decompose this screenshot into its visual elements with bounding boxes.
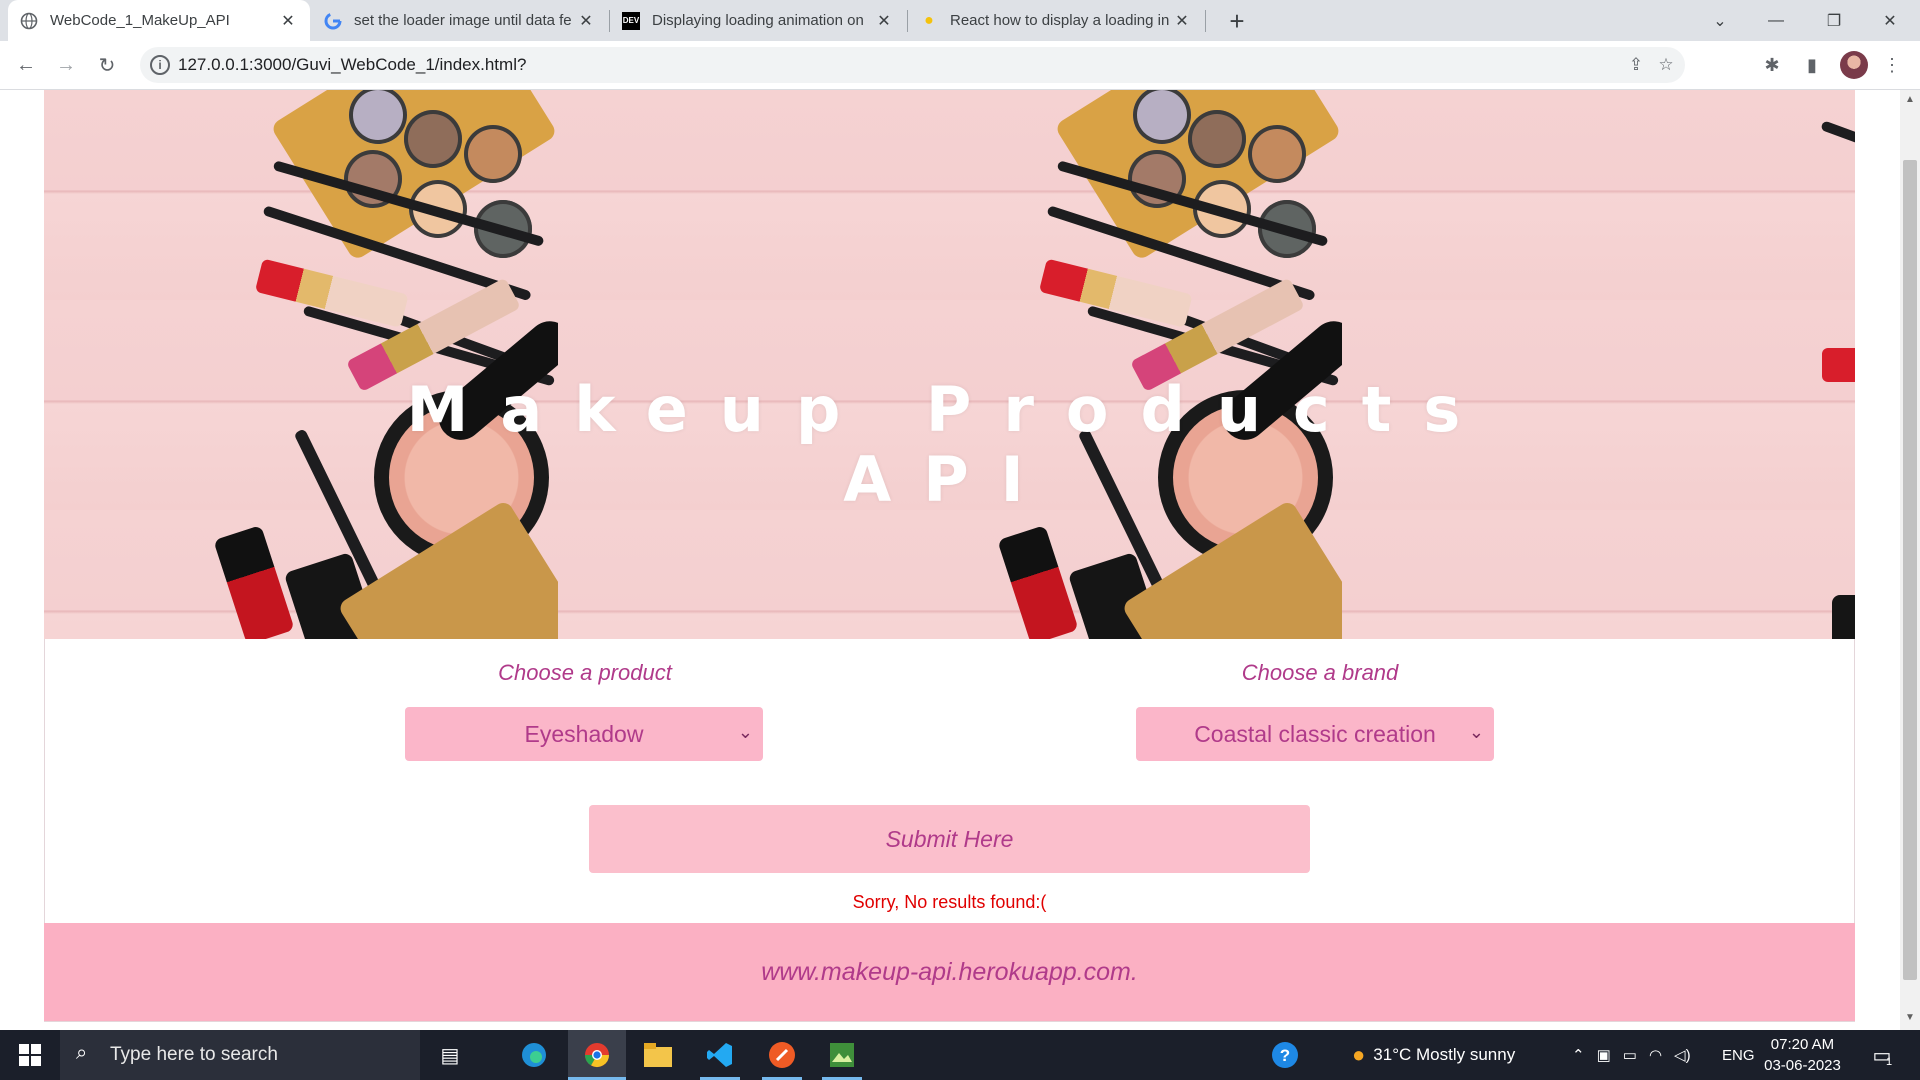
brand-select-value: Coastal classic creation <box>1194 720 1436 747</box>
footer: www.makeup-api.herokuapp.com. <box>44 923 1855 1021</box>
side-panel-icon[interactable]: ▮ <box>1800 53 1824 77</box>
vscode-icon[interactable] <box>694 1030 746 1080</box>
search-placeholder: Type here to search <box>110 1044 278 1065</box>
notifications-icon[interactable]: ▭ 1 <box>1862 1030 1902 1080</box>
tab-title: set the loader image until data fe <box>354 12 572 29</box>
file-explorer-icon[interactable] <box>632 1030 684 1080</box>
page-scrollbar[interactable]: ▲ ▼ <box>1900 90 1920 1030</box>
chevron-up-icon[interactable]: ⌃ <box>1572 1046 1585 1064</box>
clock-time: 07:20 AM <box>1770 1036 1835 1053</box>
close-tab-icon[interactable]: ✕ <box>278 11 298 31</box>
close-tab-icon[interactable]: ✕ <box>576 11 596 31</box>
brand-label: Choose a brand <box>1241 660 1399 685</box>
close-tab-icon[interactable]: ✕ <box>1172 11 1192 31</box>
close-window-icon[interactable]: ✕ <box>1862 0 1918 41</box>
browser-tab-strip: WebCode_1_MakeUp_API ✕ set the loader im… <box>0 0 1920 41</box>
chevron-down-icon: ⌄ <box>1468 722 1484 742</box>
volume-icon[interactable]: ◁) <box>1674 1046 1691 1064</box>
image-app-icon[interactable] <box>816 1030 868 1080</box>
tab-search-chevron-icon[interactable]: ⌄ <box>1692 0 1748 41</box>
battery-icon[interactable]: ▭ <box>1623 1046 1637 1064</box>
profile-avatar[interactable] <box>1840 51 1868 79</box>
menu-kebab-icon[interactable]: ⋮ <box>1880 53 1904 77</box>
tab-dev-loading-animation[interactable]: DEV Displaying loading animation on ✕ <box>610 0 906 41</box>
share-icon[interactable]: ⇪ <box>1625 54 1647 76</box>
page-viewport: Makeup Products API Choose a product Eye… <box>0 90 1900 1030</box>
product-label: Choose a product <box>498 660 672 685</box>
browser-toolbar: ← → ↻ i 127.0.0.1:3000/Guvi_WebCode_1/in… <box>0 41 1920 90</box>
reload-icon[interactable]: ↻ <box>91 49 123 81</box>
hero-title: Makeup Products API <box>44 375 1855 515</box>
clock[interactable]: 07:20 AM 03-06-2023 <box>1755 1034 1850 1076</box>
globe-icon <box>20 12 38 30</box>
wifi-icon[interactable]: ◠ <box>1649 1046 1662 1064</box>
bulb-icon: ● <box>924 11 934 29</box>
forward-arrow-icon[interactable]: → <box>50 49 82 81</box>
tab-title: Displaying loading animation on <box>652 12 864 29</box>
site-info-icon[interactable]: i <box>150 55 170 75</box>
windows-taskbar: ⌕ Type here to search ▤ ? ● 31°C Mostly … <box>0 1030 1920 1080</box>
makeup-flatlay-image <box>44 90 558 639</box>
new-tab-button[interactable]: + <box>1222 6 1252 36</box>
hero-title-line2: API <box>843 443 1056 516</box>
chrome-icon[interactable] <box>568 1030 626 1080</box>
google-icon <box>324 12 342 30</box>
dev-icon: DEV <box>622 11 640 30</box>
meet-now-icon[interactable]: ▣ <box>1597 1046 1611 1064</box>
tab-title: WebCode_1_MakeUp_API <box>50 12 230 29</box>
footer-link[interactable]: www.makeup-api.herokuapp.com. <box>761 958 1138 987</box>
weather-text: 31°C Mostly sunny <box>1373 1045 1516 1064</box>
help-icon[interactable]: ? <box>1268 1030 1302 1080</box>
submit-button[interactable]: Submit Here <box>589 805 1310 873</box>
tab-loader-search[interactable]: set the loader image until data fe ✕ <box>312 0 608 41</box>
notification-count: 1 <box>1886 1056 1893 1068</box>
tab-title: React how to display a loading in <box>950 12 1170 29</box>
back-arrow-icon[interactable]: ← <box>10 49 42 81</box>
scrollbar-thumb[interactable] <box>1903 160 1917 980</box>
minimize-icon[interactable]: — <box>1748 0 1804 41</box>
close-tab-icon[interactable]: ✕ <box>874 11 894 31</box>
chevron-down-icon: ⌄ <box>737 722 753 742</box>
scroll-down-icon[interactable]: ▼ <box>1904 1012 1916 1023</box>
restore-icon[interactable]: ❐ <box>1806 0 1862 41</box>
weather-sun-icon: ● <box>1352 1042 1366 1067</box>
clock-date: 03-06-2023 <box>1764 1057 1841 1074</box>
address-bar[interactable]: i 127.0.0.1:3000/Guvi_WebCode_1/index.ht… <box>140 47 1685 83</box>
hero-title-line1: Makeup Products <box>406 373 1493 446</box>
bookmark-star-icon[interactable]: ☆ <box>1655 54 1677 76</box>
tab-react-loading[interactable]: ● React how to display a loading in ✕ <box>908 0 1204 41</box>
postman-icon[interactable] <box>756 1030 808 1080</box>
product-select[interactable]: Eyeshadow ⌄ <box>405 707 763 761</box>
makeup-flatlay-image <box>1342 90 1855 639</box>
scroll-up-icon[interactable]: ▲ <box>1904 94 1916 105</box>
taskbar-search[interactable]: ⌕ Type here to search <box>60 1030 420 1080</box>
windows-start-icon[interactable] <box>0 1030 60 1080</box>
product-select-value: Eyeshadow <box>524 720 644 747</box>
weather-widget[interactable]: ● 31°C Mostly sunny <box>1352 1030 1515 1080</box>
search-icon: ⌕ <box>76 1042 88 1064</box>
extensions-puzzle-icon[interactable]: ✱ <box>1760 53 1784 77</box>
url-text[interactable]: 127.0.0.1:3000/Guvi_WebCode_1/index.html… <box>178 55 526 75</box>
tab-webcode-makeup[interactable]: WebCode_1_MakeUp_API ✕ <box>8 0 310 41</box>
hero-banner <box>44 90 1855 639</box>
task-view-icon[interactable]: ▤ <box>425 1030 475 1080</box>
system-tray-icons: ⌃ ▣ ▭ ◠ ◁) <box>1572 1030 1691 1080</box>
svg-text:?: ? <box>1280 1046 1290 1065</box>
no-results-message: Sorry, No results found:( <box>852 892 1047 912</box>
makeup-flatlay-image <box>828 90 1342 639</box>
tab-separator <box>1205 10 1206 32</box>
edge-icon[interactable] <box>508 1030 560 1080</box>
language-indicator[interactable]: ENG <box>1722 1030 1755 1080</box>
brand-select[interactable]: Coastal classic creation ⌄ <box>1136 707 1494 761</box>
